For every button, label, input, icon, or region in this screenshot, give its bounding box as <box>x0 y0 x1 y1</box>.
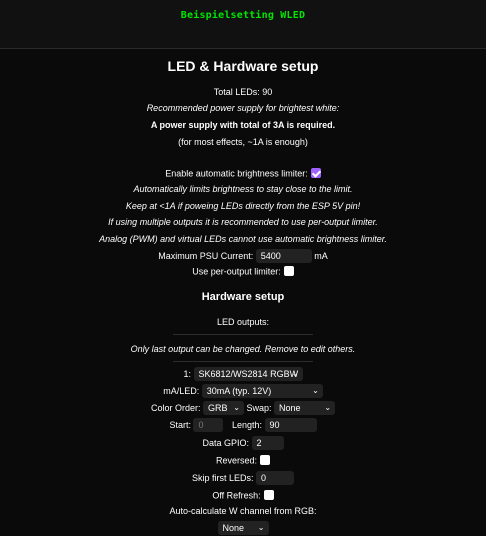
divider-bottom <box>173 361 313 362</box>
color-order-value: GRB <box>207 403 228 413</box>
ma-led-label: mA/LED: <box>163 386 200 396</box>
top-bar: Beispielsetting WLED <box>0 0 486 49</box>
reversed-label: Reversed: <box>215 455 258 466</box>
ma-led-select[interactable]: 30mA (typ. 12V) ⌄ <box>201 384 323 398</box>
off-refresh-label: Off Refresh: <box>212 490 261 501</box>
abl-checkbox[interactable] <box>310 167 321 178</box>
total-leds-text: Total LEDs: 90 <box>213 87 273 97</box>
abl-note-1: Automatically limits brightness to stay … <box>133 184 353 194</box>
device-name-title: Beispielsetting WLED <box>180 10 306 21</box>
auto-w-label: Auto-calculate W channel from RGB: <box>169 506 317 516</box>
swap-label: Swap: <box>246 403 272 413</box>
abl-note-4: Analog (PWM) and virtual LEDs cannot use… <box>99 234 387 244</box>
per-output-label: Use per-output limiter: <box>192 266 281 277</box>
swap-select[interactable]: None ⌄ <box>274 401 336 415</box>
psu-required-text: A power supply with total of 3A is requi… <box>150 120 336 130</box>
off-refresh-row: Off Refresh: <box>0 489 486 502</box>
length-input[interactable]: 90 <box>264 418 317 432</box>
auto-w-row: None ⌄ <box>0 521 486 535</box>
gpio-input[interactable]: 2 <box>251 436 284 450</box>
start-length-row: Start: 0 Length: 90 <box>0 418 486 432</box>
color-order-select[interactable]: GRB ⌄ <box>202 401 244 415</box>
per-output-checkbox[interactable] <box>283 265 294 276</box>
recommended-psu-text: Recommended power supply for brightest w… <box>146 103 340 113</box>
reversed-row: Reversed: <box>0 454 486 467</box>
settings-content: LED & Hardware setup Total LEDs: 90 Reco… <box>0 48 486 536</box>
chevron-down-icon: ⌄ <box>324 403 332 412</box>
start-label: Start: <box>169 420 191 430</box>
skip-input[interactable]: 0 <box>256 471 295 485</box>
chevron-down-icon: ⌄ <box>233 403 240 412</box>
skip-label: Skip first LEDs: <box>191 473 254 483</box>
per-output-row: Use per-output limiter: <box>0 265 486 278</box>
most-effects-text: (for most effects, ~1A is enough) <box>178 137 308 147</box>
reversed-checkbox[interactable] <box>260 454 271 465</box>
led-type-select[interactable]: SK6812/WS2814 RGBW ⌄ <box>193 367 303 381</box>
chevron-down-icon: ⌄ <box>291 369 299 378</box>
max-psu-row: Maximum PSU Current: 5400 mA <box>0 249 486 263</box>
start-input[interactable]: 0 <box>193 418 224 432</box>
gpio-label: Data GPIO: <box>202 438 249 448</box>
color-order-label: Color Order: <box>150 403 201 413</box>
skip-row: Skip first LEDs: 0 <box>0 471 486 485</box>
max-psu-unit: mA <box>314 251 328 261</box>
section-title: LED & Hardware setup <box>167 58 319 74</box>
ma-led-value: 30mA (typ. 12V) <box>206 386 272 396</box>
abl-row: Enable automatic brightness limiter: <box>0 167 486 180</box>
output-index: 1: <box>183 369 191 379</box>
ma-led-row: mA/LED: 30mA (typ. 12V) ⌄ <box>0 384 486 398</box>
abl-label: Enable automatic brightness limiter: <box>165 168 308 179</box>
divider-top <box>173 334 313 335</box>
led-type-row: 1: SK6812/WS2814 RGBW ⌄ <box>0 367 486 381</box>
color-order-row: Color Order: GRB ⌄ Swap: None ⌄ <box>0 401 486 415</box>
wled-settings-page: Beispielsetting WLED LED & Hardware setu… <box>0 0 486 536</box>
swap-value: None <box>279 403 301 413</box>
max-psu-input[interactable]: 5400 <box>255 249 312 263</box>
off-refresh-checkbox[interactable] <box>263 489 274 500</box>
auto-w-select[interactable]: None ⌄ <box>217 521 269 535</box>
max-psu-label: Maximum PSU Current: <box>158 251 254 261</box>
led-outputs-label: LED outputs: <box>216 317 270 327</box>
chevron-down-icon: ⌄ <box>257 523 265 532</box>
last-output-note: Only last output can be changed. Remove … <box>130 344 356 354</box>
auto-w-value: None <box>222 523 245 533</box>
led-type-value: SK6812/WS2814 RGBW <box>198 369 299 379</box>
gpio-row: Data GPIO: 2 <box>0 436 486 450</box>
abl-note-3: If using multiple outputs it is recommen… <box>108 217 378 227</box>
hardware-title: Hardware setup <box>201 291 285 303</box>
length-label: Length: <box>232 420 263 430</box>
chevron-down-icon: ⌄ <box>312 386 319 395</box>
abl-note-2: Keep at <1A if poweing LEDs directly fro… <box>125 201 361 211</box>
